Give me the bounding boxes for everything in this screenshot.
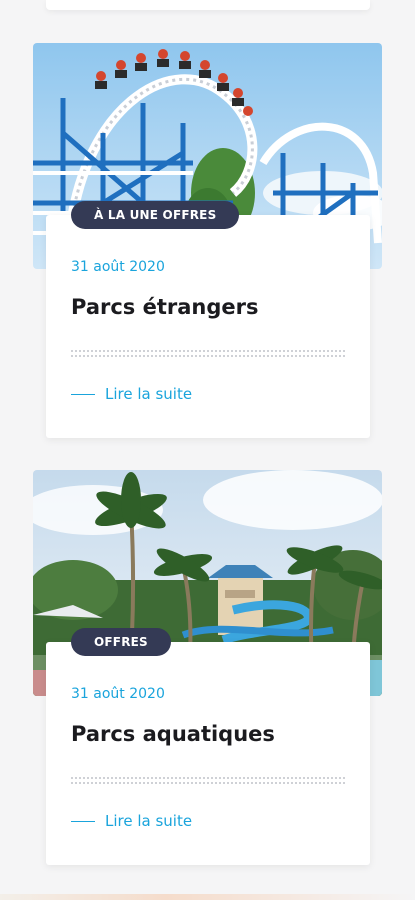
dotted-divider xyxy=(71,777,345,784)
next-article-image-edge xyxy=(0,894,415,900)
dash-icon xyxy=(71,393,95,395)
article-content-card: À LA UNE OFFRES 31 août 2020 Parcs étran… xyxy=(46,201,370,438)
category-badge[interactable]: À LA UNE OFFRES xyxy=(71,201,240,229)
category-badge[interactable]: OFFRES xyxy=(71,628,171,656)
dotted-divider xyxy=(71,350,345,357)
previous-article-card-edge xyxy=(46,0,370,10)
article-title[interactable]: Parcs aquatiques xyxy=(71,722,275,746)
read-more-link[interactable]: Lire la suite xyxy=(71,385,192,403)
read-more-link[interactable]: Lire la suite xyxy=(71,812,192,830)
article-date: 31 août 2020 xyxy=(71,686,165,702)
read-more-label: Lire la suite xyxy=(105,385,193,403)
article-content-card: OFFRES 31 août 2020 Parcs aquatiques Lir… xyxy=(46,628,370,865)
article-card: À LA UNE OFFRES 31 août 2020 Parcs étran… xyxy=(33,43,382,439)
article-card: OFFRES 31 août 2020 Parcs aquatiques Lir… xyxy=(33,470,382,866)
article-title[interactable]: Parcs étrangers xyxy=(71,295,259,319)
dash-icon xyxy=(71,820,95,822)
article-date: 31 août 2020 xyxy=(71,259,165,275)
read-more-label: Lire la suite xyxy=(105,812,193,830)
